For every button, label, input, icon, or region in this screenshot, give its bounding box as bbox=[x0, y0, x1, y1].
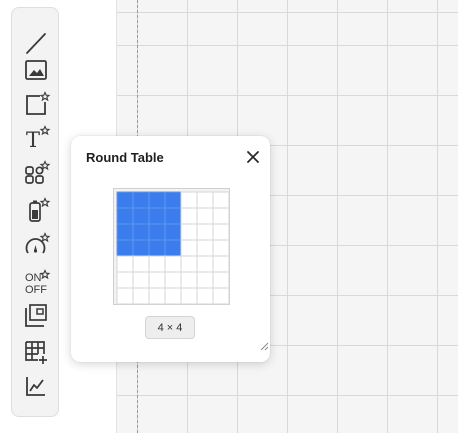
shape-tool-button[interactable] bbox=[23, 91, 51, 117]
grid-cell[interactable] bbox=[148, 271, 166, 289]
chart-tool-button[interactable] bbox=[23, 373, 49, 399]
grid-cell-selected[interactable] bbox=[164, 223, 182, 241]
grid-cell[interactable] bbox=[180, 207, 198, 225]
grid-cell[interactable] bbox=[164, 271, 182, 289]
toggle-on-label: ON bbox=[25, 272, 42, 284]
table-add-icon bbox=[25, 341, 47, 364]
image-tool-button[interactable] bbox=[23, 57, 49, 83]
grid-cell[interactable] bbox=[116, 271, 134, 289]
gauge-tool-button[interactable] bbox=[23, 232, 51, 258]
grid-cell-selected[interactable] bbox=[132, 239, 150, 257]
grid-cell[interactable] bbox=[212, 191, 230, 209]
grid-cell-selected[interactable] bbox=[132, 191, 150, 209]
grid-cell-selected[interactable] bbox=[132, 223, 150, 241]
grid-cell[interactable] bbox=[180, 223, 198, 241]
table-tool-button[interactable] bbox=[23, 339, 49, 365]
frame-tool-button[interactable] bbox=[23, 303, 49, 329]
grid-cell[interactable] bbox=[196, 255, 214, 273]
grid-cell[interactable] bbox=[180, 239, 198, 257]
grid-cell[interactable] bbox=[132, 287, 150, 305]
grid-cell-selected[interactable] bbox=[148, 223, 166, 241]
grid-cell-selected[interactable] bbox=[164, 239, 182, 257]
resize-handle[interactable] bbox=[260, 338, 269, 351]
grid-cell[interactable] bbox=[116, 255, 134, 273]
grid-cell[interactable] bbox=[148, 287, 166, 305]
grid-cell[interactable] bbox=[132, 271, 150, 289]
grid-cell[interactable] bbox=[180, 271, 198, 289]
widgets-icon bbox=[25, 160, 51, 184]
grid-cell[interactable] bbox=[212, 239, 230, 257]
text-tool-button[interactable]: T bbox=[23, 125, 51, 152]
battery-icon bbox=[29, 197, 51, 222]
grid-cell[interactable] bbox=[180, 191, 198, 209]
grid-cell-selected[interactable] bbox=[148, 239, 166, 257]
close-icon bbox=[247, 151, 259, 163]
grid-cell[interactable] bbox=[180, 287, 198, 305]
on-off-icon: ON OFF bbox=[25, 269, 51, 296]
grid-cell[interactable] bbox=[196, 191, 214, 209]
premium-badge-icon bbox=[39, 91, 51, 102]
grid-cell[interactable] bbox=[116, 287, 134, 305]
table-size-picker[interactable] bbox=[113, 188, 230, 305]
grid-cell[interactable] bbox=[164, 287, 182, 305]
close-button[interactable] bbox=[246, 150, 260, 164]
toggle-tool-button[interactable]: ON OFF bbox=[23, 269, 51, 296]
diagonal-line-icon bbox=[26, 33, 46, 54]
line-chart-icon bbox=[26, 377, 45, 396]
rectangle-icon bbox=[26, 91, 51, 115]
grid-cell[interactable] bbox=[196, 287, 214, 305]
text-t-icon: T bbox=[26, 125, 51, 152]
grid-cell-selected[interactable] bbox=[148, 191, 166, 209]
grid-cell[interactable] bbox=[180, 255, 198, 273]
grid-cell[interactable] bbox=[212, 271, 230, 289]
grid-cell-selected[interactable] bbox=[132, 207, 150, 225]
grid-cell[interactable] bbox=[212, 287, 230, 305]
table-size-grid[interactable] bbox=[114, 189, 231, 306]
battery-tool-button[interactable] bbox=[23, 197, 51, 223]
grid-cell-selected[interactable] bbox=[116, 223, 134, 241]
grid-cell[interactable] bbox=[212, 255, 230, 273]
grid-cell-selected[interactable] bbox=[116, 239, 134, 257]
grid-cell[interactable] bbox=[148, 255, 166, 273]
grid-cell[interactable] bbox=[196, 271, 214, 289]
grid-cell[interactable] bbox=[164, 255, 182, 273]
tool-palette: T ON OFF bbox=[11, 7, 59, 417]
grid-cell[interactable] bbox=[196, 207, 214, 225]
component-tool-button[interactable] bbox=[23, 160, 51, 186]
grid-cell[interactable] bbox=[212, 207, 230, 225]
grid-cell-selected[interactable] bbox=[148, 207, 166, 225]
round-table-popup: Round Table 4 × 4 bbox=[71, 136, 270, 362]
grid-cell-selected[interactable] bbox=[164, 207, 182, 225]
grid-cell[interactable] bbox=[212, 223, 230, 241]
frame-icon bbox=[25, 304, 47, 327]
image-icon bbox=[25, 60, 47, 80]
grid-cell-selected[interactable] bbox=[164, 191, 182, 209]
grid-cell[interactable] bbox=[196, 239, 214, 257]
grid-cell-selected[interactable] bbox=[116, 207, 134, 225]
gauge-icon bbox=[25, 232, 51, 254]
resize-grip-icon bbox=[260, 342, 269, 351]
grid-cell[interactable] bbox=[132, 255, 150, 273]
grid-cell[interactable] bbox=[196, 223, 214, 241]
grid-cell-selected[interactable] bbox=[116, 191, 134, 209]
toggle-off-label: OFF bbox=[25, 284, 47, 296]
line-tool-button[interactable] bbox=[23, 30, 49, 56]
table-size-label: 4 × 4 bbox=[145, 316, 195, 339]
popup-title: Round Table bbox=[86, 150, 164, 165]
text-tool-glyph: T bbox=[26, 128, 40, 152]
